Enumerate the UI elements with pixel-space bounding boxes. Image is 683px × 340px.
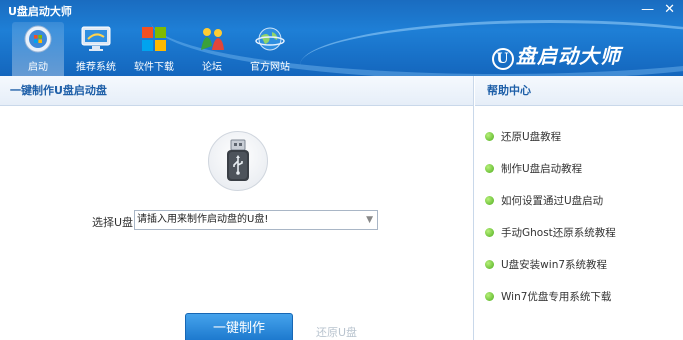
help-link-label: U盘安装win7系统教程 [501, 258, 608, 271]
usb-drive-icon [208, 131, 268, 191]
nav-item-software-download[interactable]: 软件下载 [128, 22, 180, 76]
brand-text: 盘启动大师 [516, 44, 621, 68]
windows-disc-icon [21, 24, 55, 54]
bullet-icon [485, 291, 494, 301]
windows-logo-icon [137, 24, 171, 54]
help-link-win7-download[interactable]: Win7优盘专用系统下载 [475, 280, 683, 312]
close-button[interactable]: ✕ [664, 2, 675, 17]
nav-item-official-site[interactable]: 官方网站 [244, 22, 296, 76]
monitor-icon [79, 24, 113, 54]
bullet-icon [485, 131, 494, 141]
help-link-label: 制作U盘启动教程 [501, 162, 583, 175]
help-link-set-usb-boot[interactable]: 如何设置通过U盘启动 [475, 184, 683, 216]
bullet-icon [485, 259, 494, 269]
help-link-make-boot-usb[interactable]: 制作U盘启动教程 [475, 152, 683, 184]
usb-select-dropdown[interactable]: 请插入用来制作启动盘的U盘! ▼ [134, 210, 378, 230]
main-panel: 一键制作U盘启动盘 选择U盘 请插入用来制作启动盘的U盘! ▼ 一键制作 还原U… [0, 76, 474, 340]
bullet-icon [485, 195, 494, 205]
help-link-ghost-restore[interactable]: 手动Ghost还原系统教程 [475, 216, 683, 248]
nav-item-forum[interactable]: 论坛 [186, 22, 238, 76]
window-controls: — ✕ [641, 2, 675, 17]
minimize-button[interactable]: — [641, 2, 654, 17]
brand-u-mark: U [492, 48, 514, 70]
nav-item-start[interactable]: 启动 [12, 22, 64, 76]
help-link-restore-usb[interactable]: 还原U盘教程 [475, 120, 683, 152]
nav-item-recommended-systems[interactable]: 推荐系统 [70, 22, 122, 76]
window-title: U盘启动大师 [8, 5, 72, 18]
brand-logo: U 盘启动大师 [492, 40, 621, 70]
nav-item-label: 推荐系统 [76, 62, 116, 73]
one-click-make-button[interactable]: 一键制作 [185, 313, 293, 340]
help-link-label: 还原U盘教程 [501, 130, 562, 143]
usb-select-label: 选择U盘 [92, 216, 134, 229]
nav-item-label: 官方网站 [250, 62, 290, 73]
help-link-label: 如何设置通过U盘启动 [501, 194, 604, 207]
main-panel-title: 一键制作U盘启动盘 [0, 76, 473, 106]
nav-item-label: 论坛 [202, 62, 222, 73]
help-link-label: Win7优盘专用系统下载 [501, 290, 612, 303]
help-list: 还原U盘教程 制作U盘启动教程 如何设置通过U盘启动 手动Ghost还原系统教程… [475, 106, 683, 312]
nav-item-label: 启动 [28, 62, 48, 73]
app-header: U盘启动大师 — ✕ 启动 推荐系统 软件下载 论坛 官方网站 U 盘启动大师 [0, 0, 683, 76]
help-panel-title: 帮助中心 [475, 76, 683, 106]
nav-item-label: 软件下载 [134, 62, 174, 73]
restore-usb-button[interactable]: 还原U盘 [316, 324, 357, 340]
bullet-icon [485, 227, 494, 237]
help-center-panel: 帮助中心 还原U盘教程 制作U盘启动教程 如何设置通过U盘启动 手动Ghost还… [475, 76, 683, 340]
globe-icon [253, 24, 287, 54]
usb-select-value: 请插入用来制作启动盘的U盘! [137, 214, 269, 225]
bullet-icon [485, 163, 494, 173]
help-link-label: 手动Ghost还原系统教程 [501, 226, 616, 239]
help-link-install-win7[interactable]: U盘安装win7系统教程 [475, 248, 683, 280]
main-nav: 启动 推荐系统 软件下载 论坛 官方网站 [0, 22, 302, 76]
dropdown-arrow-icon[interactable]: ▼ [366, 211, 373, 229]
people-icon [195, 24, 229, 54]
